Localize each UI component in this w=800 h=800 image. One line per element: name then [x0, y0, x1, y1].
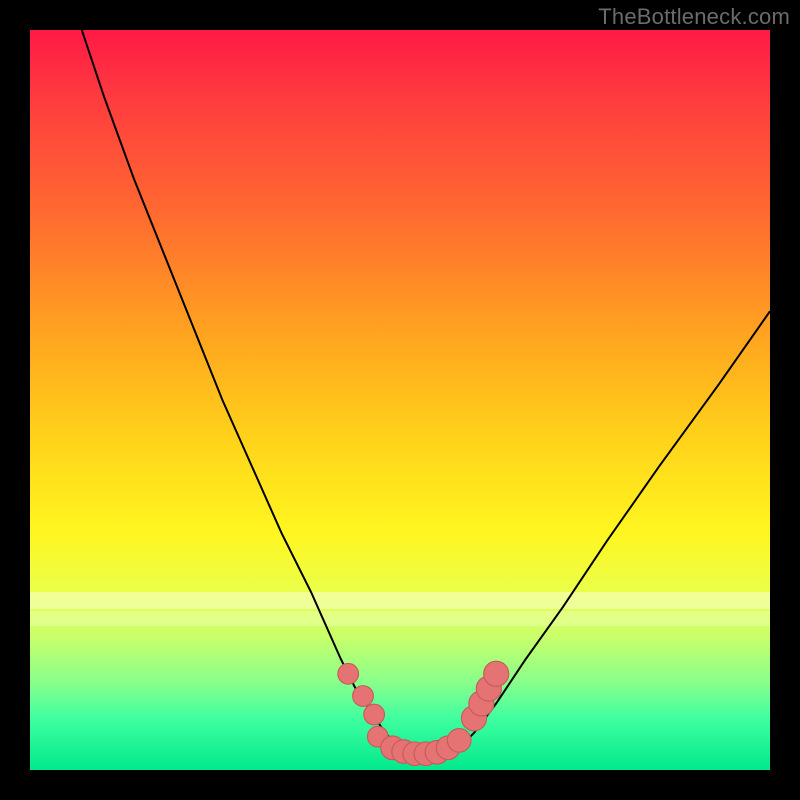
curve-marker	[353, 686, 374, 707]
bottleneck-curve	[82, 30, 770, 755]
curve-marker	[364, 704, 385, 725]
curve-marker	[484, 661, 509, 686]
attribution-text: TheBottleneck.com	[598, 4, 790, 30]
chart-svg	[30, 30, 770, 770]
curve-marker	[338, 663, 359, 684]
plot-area	[30, 30, 770, 770]
curve-markers	[338, 661, 509, 765]
curve-marker	[447, 729, 471, 753]
